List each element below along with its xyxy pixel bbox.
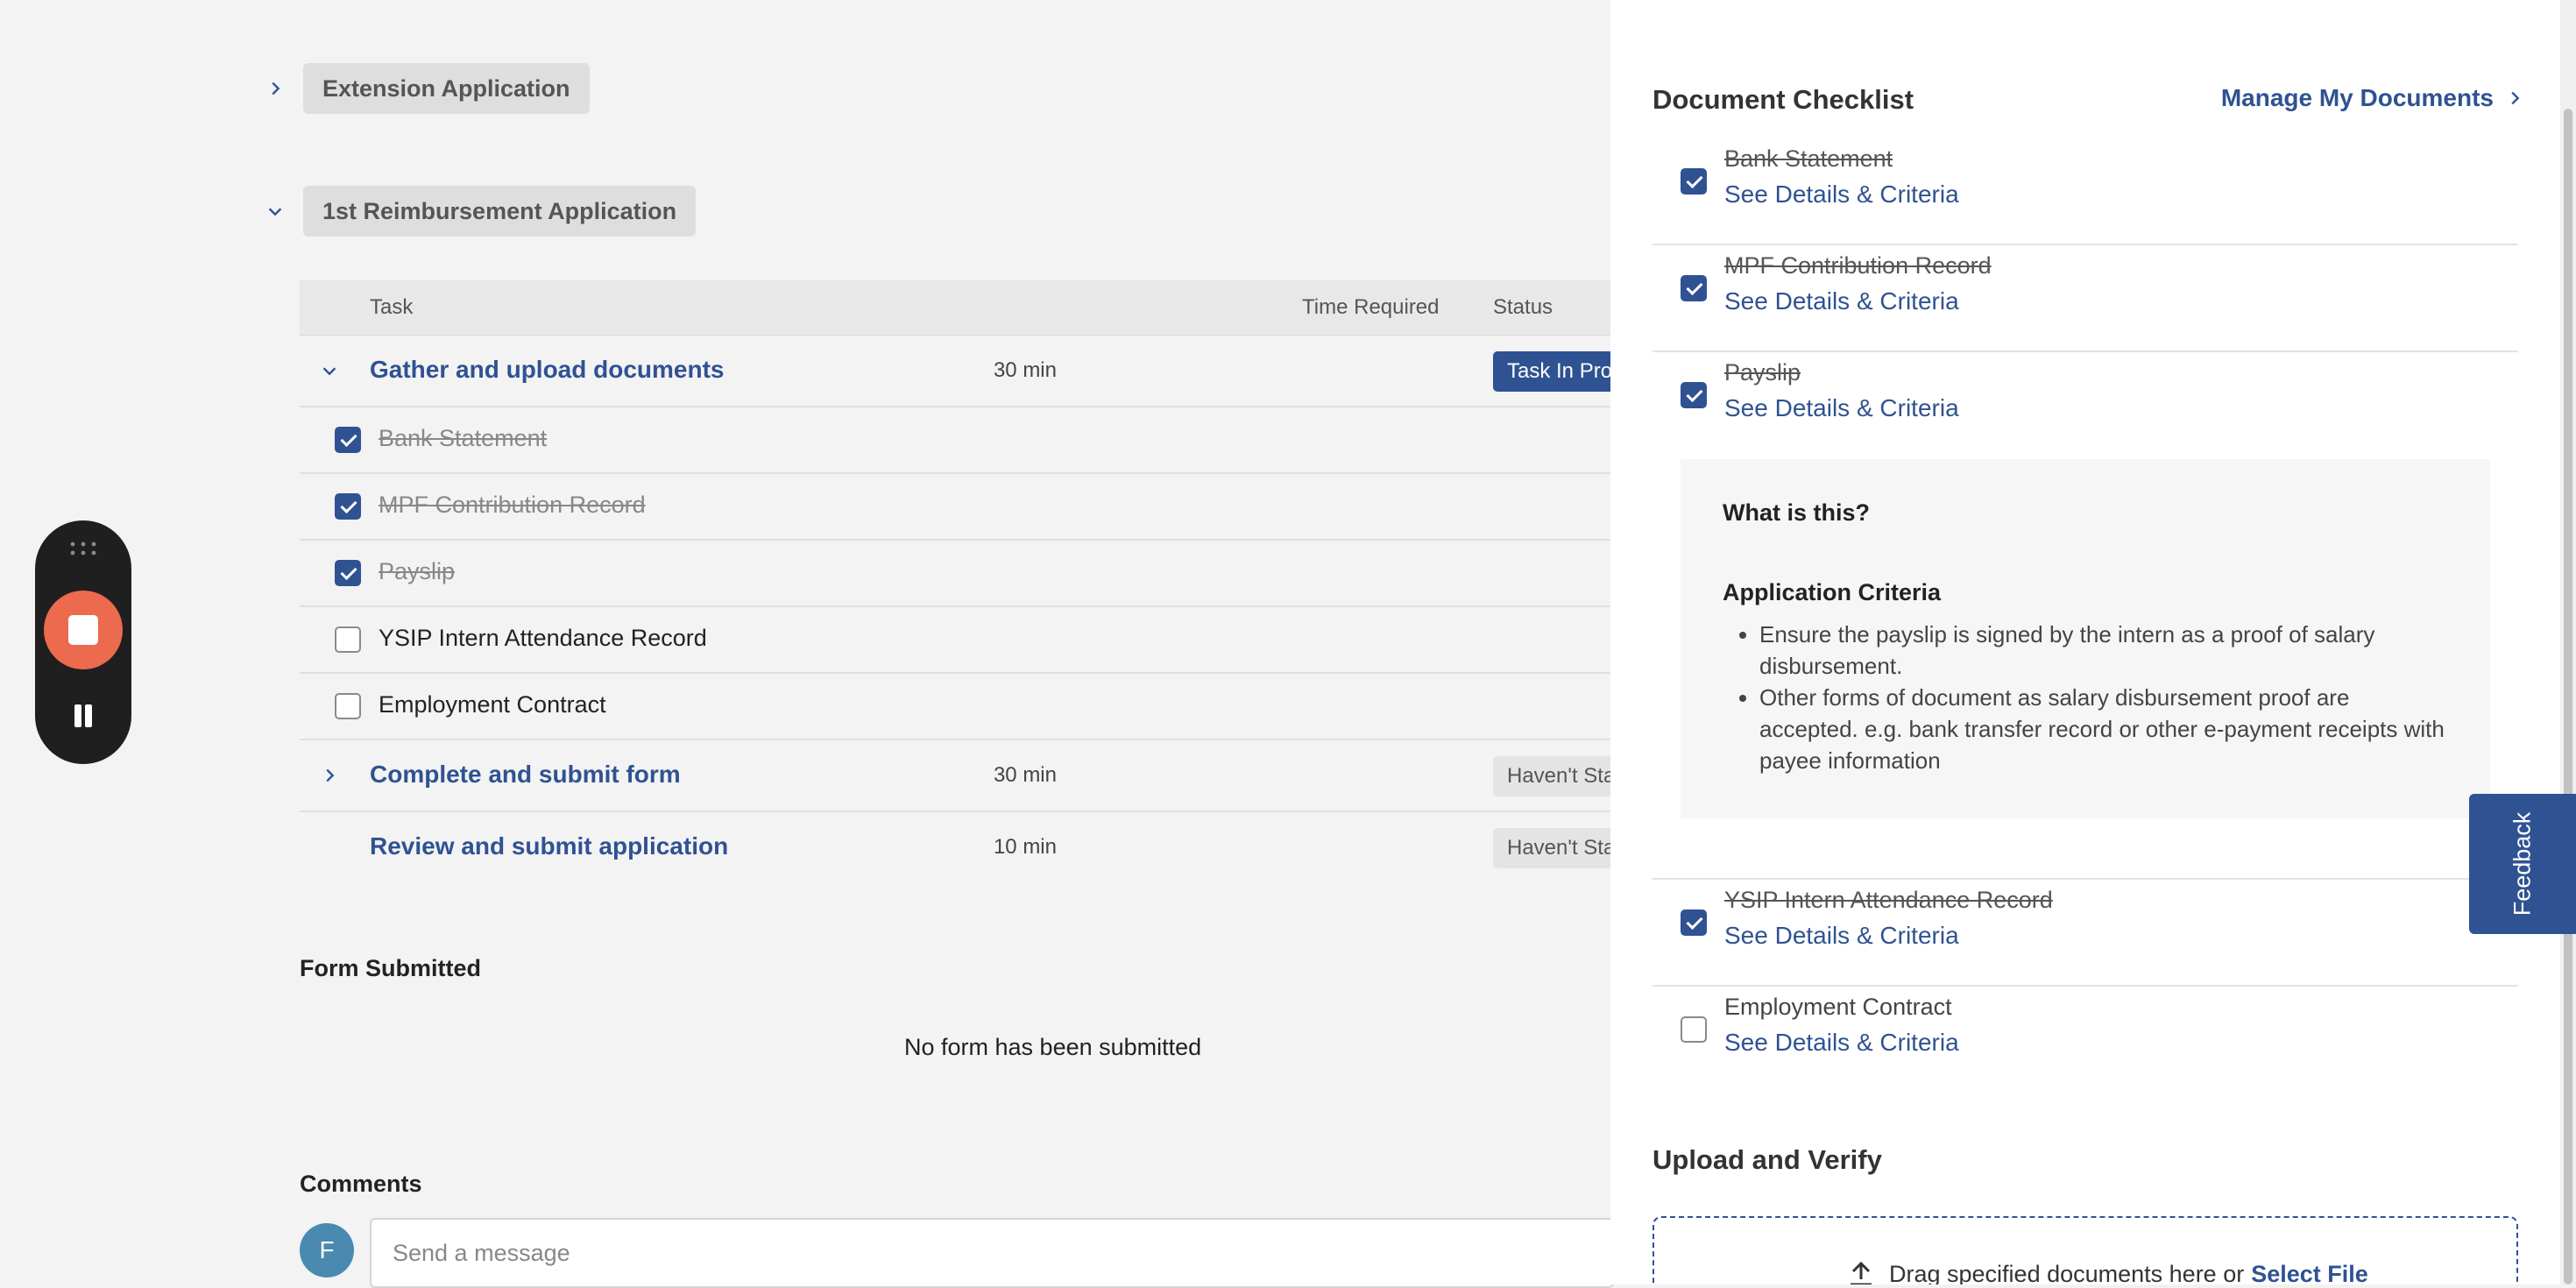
dropzone-text: Drag specified documents here or Select …: [1845, 1258, 2368, 1284]
upload-icon: [1851, 1261, 1872, 1284]
document-label: Payslip: [379, 558, 456, 584]
feedback-label: Feedback: [2509, 811, 2536, 916]
stop-recording-button[interactable]: [44, 591, 123, 669]
task-title[interactable]: Gather and upload documents: [370, 356, 724, 384]
document-label: MPF Contribution Record: [379, 492, 646, 518]
document-checkbox[interactable]: [335, 427, 361, 453]
document-checkbox[interactable]: [335, 693, 361, 719]
drag-handle-icon[interactable]: [68, 540, 98, 557]
checklist: Bank Statement See Details & Criteria MP…: [1652, 138, 2518, 1092]
task-row[interactable]: Gather and upload documents 30 min Task …: [300, 336, 1652, 407]
chevron-down-icon[interactable]: [263, 199, 287, 223]
recorder-widget: [35, 520, 131, 764]
document-row: Bank Statement: [300, 407, 1614, 474]
column-header-status: Status: [1493, 295, 1553, 319]
checklist-item: MPF Contribution Record See Details & Cr…: [1652, 245, 2518, 352]
file-dropzone[interactable]: Drag specified documents here or Select …: [1652, 1216, 2518, 1284]
upload-heading: Upload and Verify: [1652, 1144, 1882, 1175]
document-label: Bank Statement: [379, 425, 548, 451]
feedback-button[interactable]: Feedback: [2469, 794, 2576, 934]
chevron-right-icon: [2502, 86, 2527, 110]
document-checkbox[interactable]: [335, 560, 361, 586]
checklist-checkbox[interactable]: [1681, 275, 1707, 301]
details-criteria-link[interactable]: See Details & Criteria: [1724, 394, 1959, 422]
document-label: Employment Contract: [379, 691, 606, 718]
details-criteria-link[interactable]: See Details & Criteria: [1724, 1029, 1959, 1057]
message-input[interactable]: [370, 1218, 1614, 1288]
reimbursement-section-header[interactable]: 1st Reimbursement Application: [263, 186, 697, 237]
task-title[interactable]: Complete and submit form: [370, 761, 681, 789]
details-criteria-link[interactable]: See Details & Criteria: [1724, 287, 1959, 315]
checklist-item: YSIP Intern Attendance Record See Detail…: [1652, 880, 2518, 987]
checklist-checkbox[interactable]: [1681, 909, 1707, 936]
chevron-down-icon[interactable]: [317, 358, 342, 383]
task-row[interactable]: Complete and submit form 30 min Haven't …: [300, 740, 1652, 812]
extension-section-label: Extension Application: [303, 63, 590, 114]
checklist-item-name: MPF Contribution Record: [1724, 252, 1992, 279]
checklist-item-name: Bank Statement: [1724, 145, 1893, 172]
criteria-info-box: What is this? Application Criteria Ensur…: [1681, 459, 2490, 818]
checklist-checkbox[interactable]: [1681, 382, 1707, 408]
column-header-time: Time Required: [1302, 295, 1440, 319]
form-submitted-heading: Form Submitted: [300, 955, 481, 981]
checklist-item-name: Payslip: [1724, 359, 1801, 386]
checklist-item-name: Employment Contract: [1724, 994, 1952, 1020]
task-table: Task Time Required Status Gather and upl…: [300, 280, 1652, 882]
checklist-item: Payslip See Details & Criteria What is t…: [1652, 352, 2518, 880]
scrollbar-thumb[interactable]: [2564, 109, 2572, 1284]
document-label: YSIP Intern Attendance Record: [379, 625, 707, 651]
comments-heading: Comments: [300, 1171, 422, 1197]
task-row[interactable]: Review and submit application 10 min Hav…: [300, 812, 1652, 882]
application-main-panel: Extension Application 1st Reimbursement …: [0, 0, 1652, 1288]
extension-section-header[interactable]: Extension Application: [263, 63, 590, 114]
document-row: Employment Contract: [300, 674, 1614, 740]
criteria-item: Other forms of document as salary disbur…: [1759, 682, 2448, 776]
no-form-message: No form has been submitted: [904, 1034, 1202, 1060]
reimbursement-section-label: 1st Reimbursement Application: [303, 186, 697, 237]
avatar: F: [300, 1223, 354, 1277]
details-criteria-link[interactable]: See Details & Criteria: [1724, 180, 1959, 209]
document-checklist-drawer: Document Checklist Manage My Documents B…: [1610, 0, 2560, 1284]
checklist-checkbox[interactable]: [1681, 1016, 1707, 1043]
document-row: Payslip: [300, 541, 1614, 607]
manage-documents-link[interactable]: Manage My Documents: [2221, 84, 2527, 112]
task-time: 10 min: [993, 835, 1057, 859]
criteria-heading: Application Criteria: [1723, 579, 1942, 605]
checklist-item-name: YSIP Intern Attendance Record: [1724, 887, 2053, 913]
pause-icon[interactable]: [70, 701, 96, 731]
document-checkbox[interactable]: [335, 493, 361, 520]
task-time: 30 min: [993, 763, 1057, 787]
document-checkbox[interactable]: [335, 626, 361, 653]
manage-documents-label: Manage My Documents: [2220, 84, 2494, 111]
drawer-scrollbar[interactable]: [2560, 0, 2576, 1284]
info-question: What is this?: [1723, 499, 1870, 526]
checklist-item: Employment Contract See Details & Criter…: [1652, 987, 2518, 1092]
dropzone-instruction: Drag specified documents here or: [1889, 1260, 2245, 1285]
criteria-item: Ensure the payslip is signed by the inte…: [1759, 619, 2448, 682]
chevron-right-icon[interactable]: [263, 76, 287, 101]
select-file-link[interactable]: Select File: [2251, 1261, 2368, 1285]
task-time: 30 min: [993, 358, 1057, 382]
task-table-header: Task Time Required Status: [300, 280, 1614, 336]
task-title[interactable]: Review and submit application: [370, 832, 728, 860]
chevron-right-icon[interactable]: [317, 763, 342, 788]
checklist-title: Document Checklist: [1652, 84, 1914, 115]
details-criteria-link[interactable]: See Details & Criteria: [1724, 922, 1959, 950]
criteria-list: Ensure the payslip is signed by the inte…: [1723, 619, 2448, 776]
checklist-checkbox[interactable]: [1681, 168, 1707, 195]
column-header-task: Task: [370, 295, 414, 319]
document-row: YSIP Intern Attendance Record: [300, 607, 1614, 674]
checklist-item: Bank Statement See Details & Criteria: [1652, 138, 2518, 245]
document-row: MPF Contribution Record: [300, 474, 1614, 541]
